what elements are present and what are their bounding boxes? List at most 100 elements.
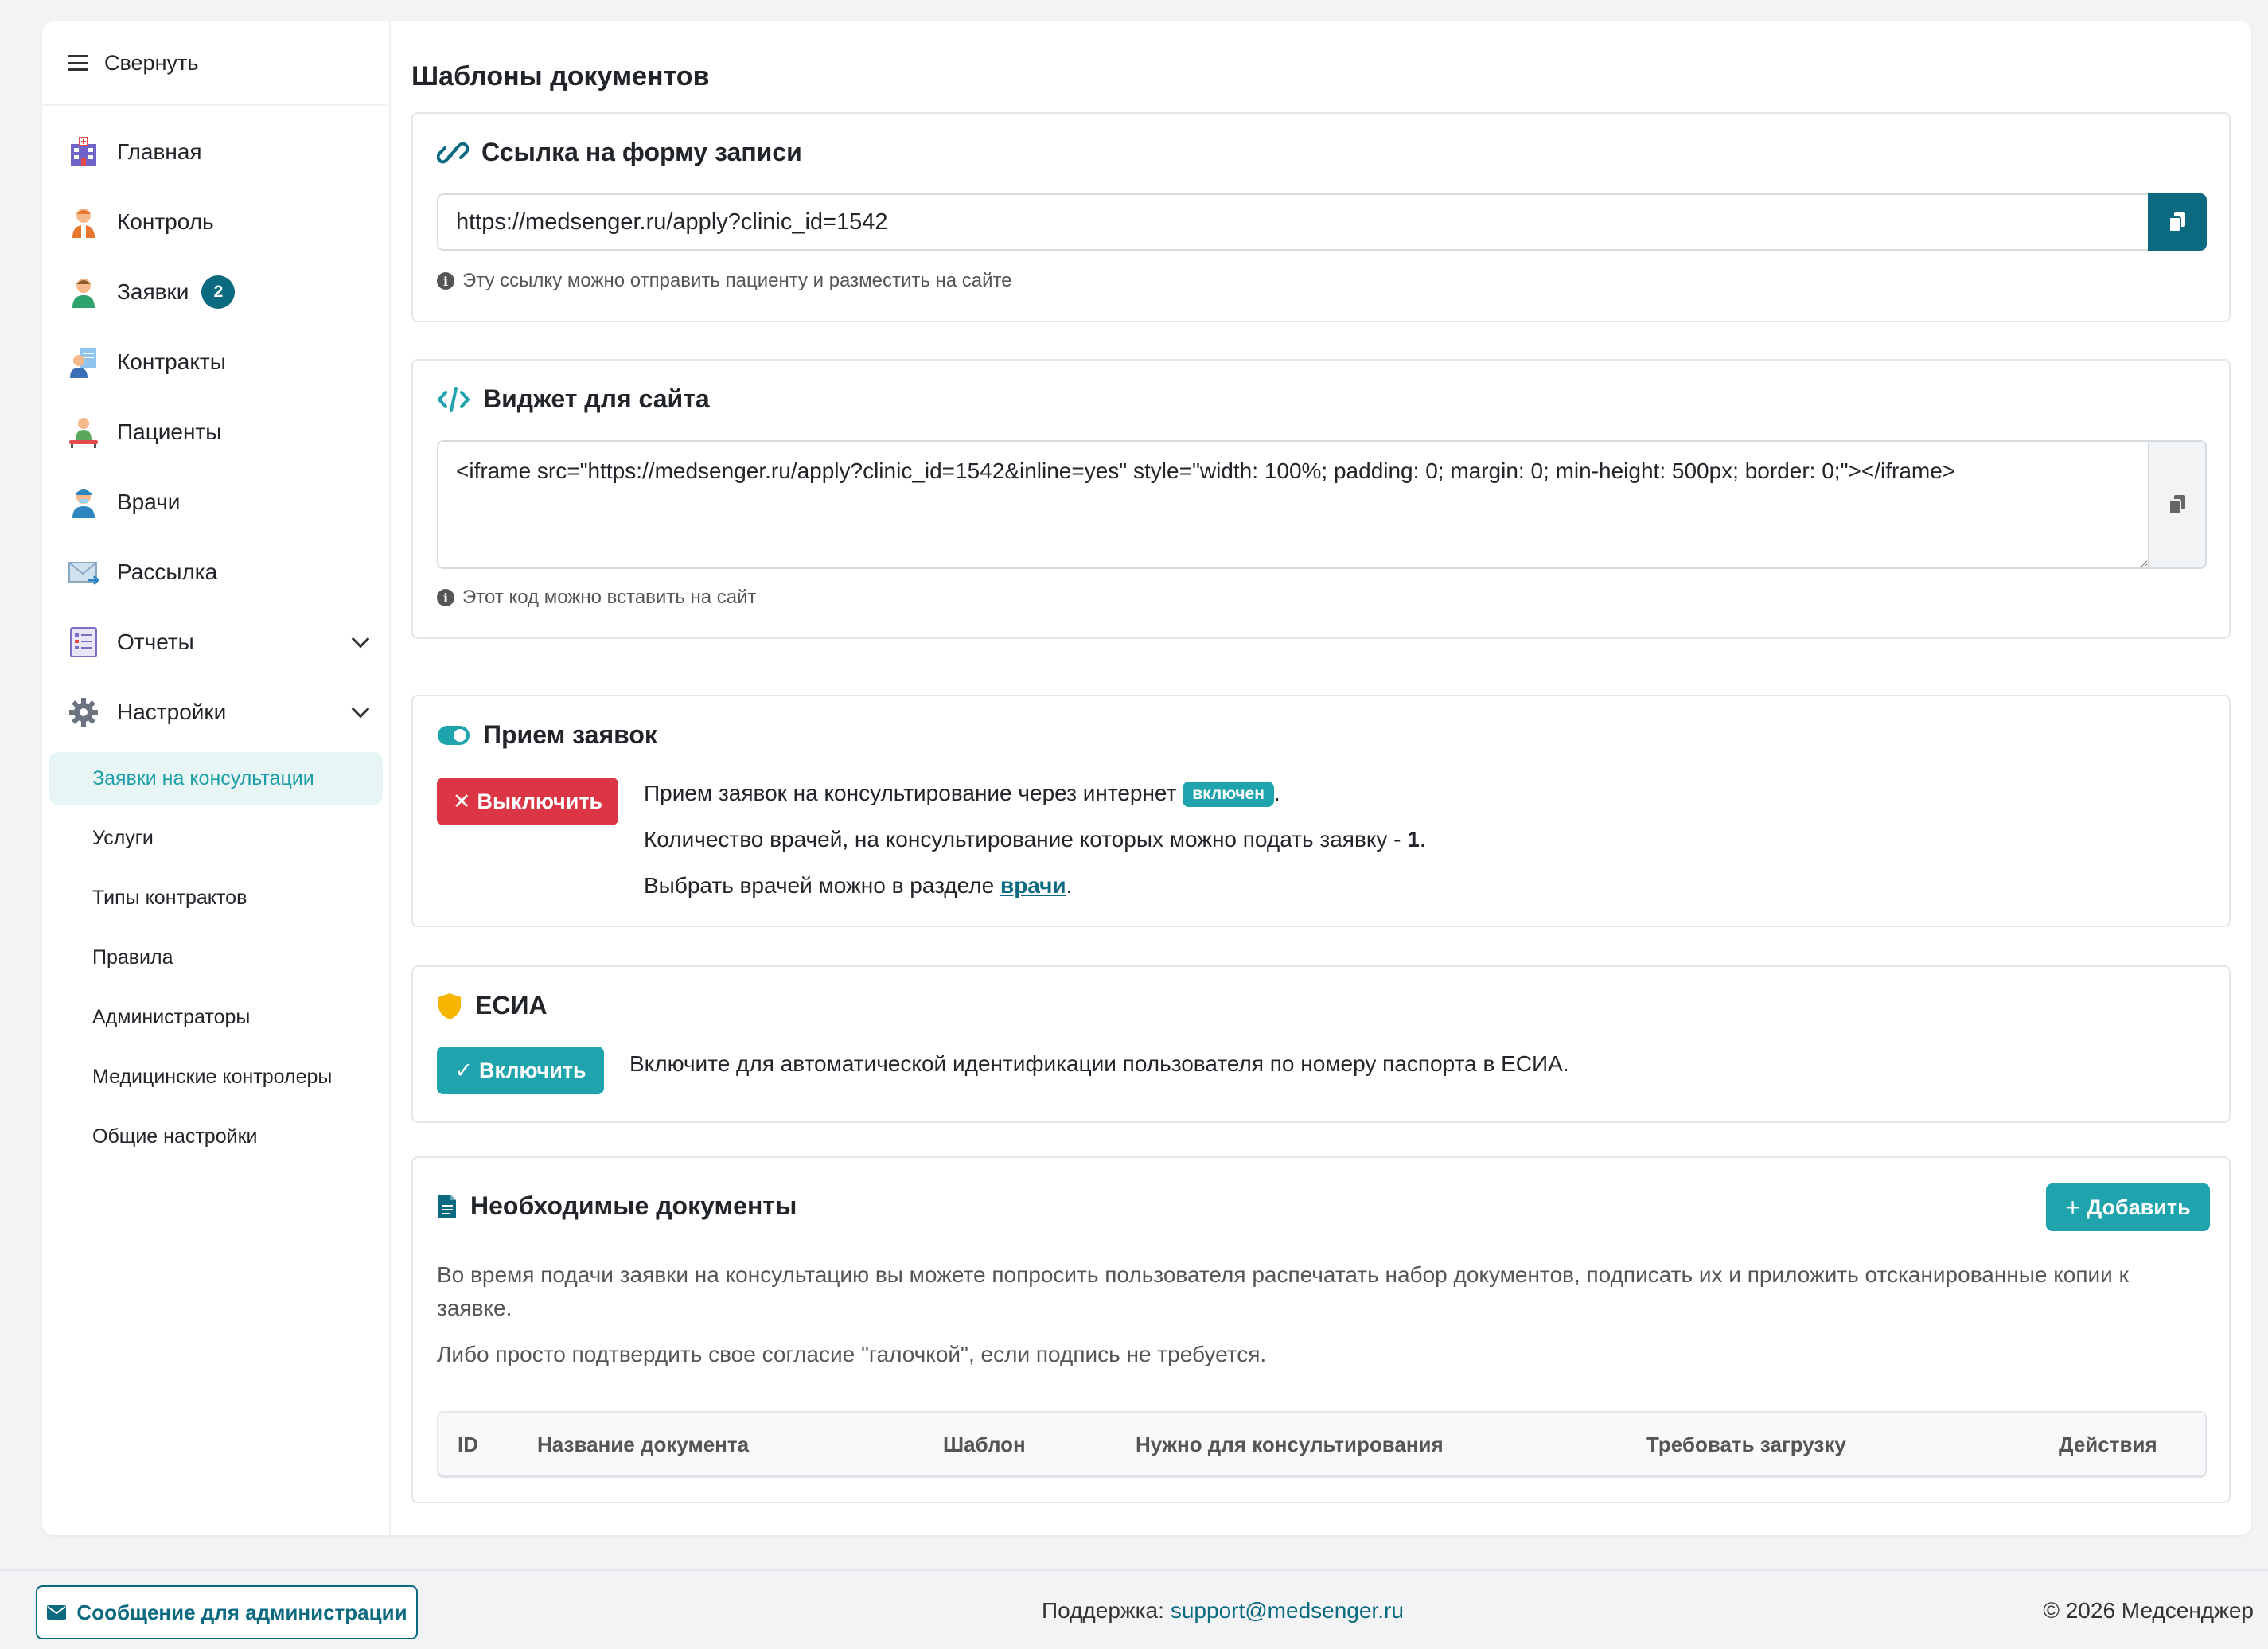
sidebar-item-label: Отчеты — [117, 630, 194, 654]
column-header-require-upload: Требовать загрузку — [1646, 1432, 1846, 1456]
sidebar-item-settings[interactable]: Настройки — [42, 677, 389, 747]
link-hint: i Эту ссылку можно отправить пациенту и … — [437, 270, 1012, 292]
copy-icon — [2169, 212, 2185, 232]
physician-icon — [66, 485, 101, 520]
card-title-text: Ссылка на форму записи — [481, 138, 802, 166]
mail-icon — [66, 555, 101, 590]
link-input-group — [437, 193, 2207, 251]
sidebar-nav: Главная Контроль Заявки 2 Контракты Паци… — [42, 106, 389, 1163]
button-label: Выключить — [477, 789, 603, 813]
required-documents-card: Необходимые документы + Добавить Во врем… — [411, 1156, 2231, 1503]
sidebar-item-control[interactable]: Контроль — [42, 187, 389, 257]
sidebar-item-label: Заявки — [117, 279, 189, 304]
submenu-item-contract-types[interactable]: Типы контрактов — [49, 871, 383, 924]
card-title: Виджет для сайта — [437, 384, 710, 414]
count-text: Количество врачей, на консультирование к… — [644, 827, 1408, 852]
card-title: Ссылка на форму записи — [437, 138, 802, 167]
add-document-button[interactable]: + Добавить — [2046, 1183, 2210, 1231]
doctors-count-line: Количество врачей, на консультирование к… — [644, 827, 1426, 852]
submenu-item-general-settings[interactable]: Общие настройки — [49, 1110, 383, 1163]
form-link-card: Ссылка на форму записи i Эту ссылку можн… — [411, 112, 2231, 322]
hint-text: Эту ссылку можно отправить пациенту и ра… — [462, 270, 1012, 291]
column-header-required: Нужно для консультирования — [1136, 1432, 1444, 1456]
document-icon — [438, 1194, 456, 1218]
hamburger-icon — [68, 55, 88, 71]
submenu-item-services[interactable]: Услуги — [49, 812, 383, 864]
link-icon — [437, 142, 469, 163]
patient-icon — [66, 415, 101, 450]
sidebar-item-mailing[interactable]: Рассылка — [42, 537, 389, 607]
column-header-id: ID — [458, 1432, 478, 1456]
card-title-text: Виджет для сайта — [483, 384, 710, 413]
card-title-text: Прием заявок — [483, 720, 657, 749]
collapse-label: Свернуть — [104, 50, 199, 75]
sidebar-item-label: Контроль — [117, 209, 214, 234]
column-header-actions: Действия — [2059, 1432, 2157, 1456]
button-label: Сообщение для администрации — [76, 1600, 407, 1624]
column-header-template: Шаблон — [943, 1432, 1026, 1456]
shield-icon — [438, 992, 461, 1019]
requests-count-badge: 2 — [201, 275, 236, 309]
card-title-text: Необходимые документы — [470, 1191, 797, 1220]
check-icon: ✓ — [454, 1058, 473, 1082]
form-link-input[interactable] — [437, 193, 2148, 251]
hint-text: Этот код можно вставить на сайт — [462, 587, 757, 608]
info-icon: i — [437, 272, 454, 290]
card-title: Необходимые документы — [437, 1191, 797, 1221]
requests-card: Прием заявок ✕ Выключить Прием заявок на… — [411, 695, 2231, 927]
card-title-text: ЕСИА — [475, 991, 548, 1019]
doctor-icon — [66, 205, 101, 240]
widget-card: Виджет для сайта <iframe src="https://me… — [411, 359, 2231, 639]
doctors-count-value: 1 — [1407, 827, 1420, 852]
sidebar-item-label: Контракты — [117, 349, 226, 374]
choose-text: Выбрать врачей можно в разделе — [644, 873, 1000, 898]
sidebar-item-reports[interactable]: Отчеты — [42, 607, 389, 677]
sidebar-item-home[interactable]: Главная — [42, 117, 389, 187]
user-icon — [66, 275, 101, 310]
toggle-on-icon — [438, 725, 470, 745]
envelope-icon — [47, 1605, 67, 1620]
sidebar-item-requests[interactable]: Заявки 2 — [42, 257, 389, 327]
documents-description: Во время подачи заявки на консультацию в… — [437, 1262, 2129, 1320]
sidebar-item-contracts[interactable]: Контракты — [42, 327, 389, 397]
documents-note: Либо просто подтвердить свое согласие "г… — [437, 1342, 1267, 1366]
collapse-sidebar-button[interactable]: Свернуть — [42, 21, 389, 106]
message-admin-button[interactable]: Сообщение для администрации — [36, 1585, 418, 1639]
submenu-item-administrators[interactable]: Администраторы — [49, 991, 383, 1043]
sidebar-item-label: Рассылка — [117, 559, 218, 584]
choose-doctors-line: Выбрать врачей можно в разделе врачи. — [644, 873, 1073, 898]
copy-code-button[interactable] — [2148, 440, 2207, 569]
doctors-link[interactable]: врачи — [1000, 873, 1066, 898]
main-content: Шаблоны документов Ссылка на форму запис… — [411, 21, 2231, 1535]
sidebar-item-label: Врачи — [117, 489, 181, 514]
sidebar-item-patients[interactable]: Пациенты — [42, 397, 389, 467]
contract-icon — [66, 345, 101, 380]
esia-card: ЕСИА ✓ Включить Включите для автоматичес… — [411, 965, 2231, 1123]
plus-icon: + — [2065, 1192, 2080, 1222]
code-icon — [438, 386, 470, 412]
disable-requests-button[interactable]: ✕ Выключить — [437, 778, 618, 825]
support-email-link[interactable]: support@medsenger.ru — [1171, 1598, 1404, 1624]
documents-table-header: ID Название документа Шаблон Нужно для к… — [437, 1411, 2207, 1478]
support-label: Поддержка: — [1042, 1598, 1164, 1623]
report-icon — [66, 625, 101, 660]
status-text: Прием заявок на консультирование через и… — [644, 781, 1177, 805]
submenu-item-consultation-requests[interactable]: Заявки на консультации — [49, 752, 383, 805]
widget-code-textarea[interactable]: <iframe src="https://medsenger.ru/apply?… — [437, 440, 2148, 569]
enable-esia-button[interactable]: ✓ Включить — [437, 1047, 604, 1094]
card-title: Прием заявок — [437, 720, 657, 750]
button-label: Включить — [479, 1058, 586, 1082]
widget-hint: i Этот код можно вставить на сайт — [437, 587, 757, 609]
footer: Сообщение для администрации Поддержка: s… — [0, 1569, 2268, 1649]
chevron-down-icon — [351, 700, 370, 719]
copy-link-button[interactable] — [2148, 193, 2207, 251]
widget-code-group: <iframe src="https://medsenger.ru/apply?… — [437, 440, 2207, 569]
settings-submenu: Заявки на консультации Услуги Типы контр… — [42, 747, 389, 1163]
submenu-item-medical-controllers[interactable]: Медицинские контролеры — [49, 1051, 383, 1103]
submenu-item-rules[interactable]: Правила — [49, 931, 383, 984]
column-header-name: Название документа — [537, 1432, 750, 1456]
hospital-icon — [66, 134, 101, 170]
status-badge: включен — [1183, 782, 1274, 807]
sidebar-item-doctors[interactable]: Врачи — [42, 467, 389, 537]
close-icon: ✕ — [452, 789, 471, 813]
